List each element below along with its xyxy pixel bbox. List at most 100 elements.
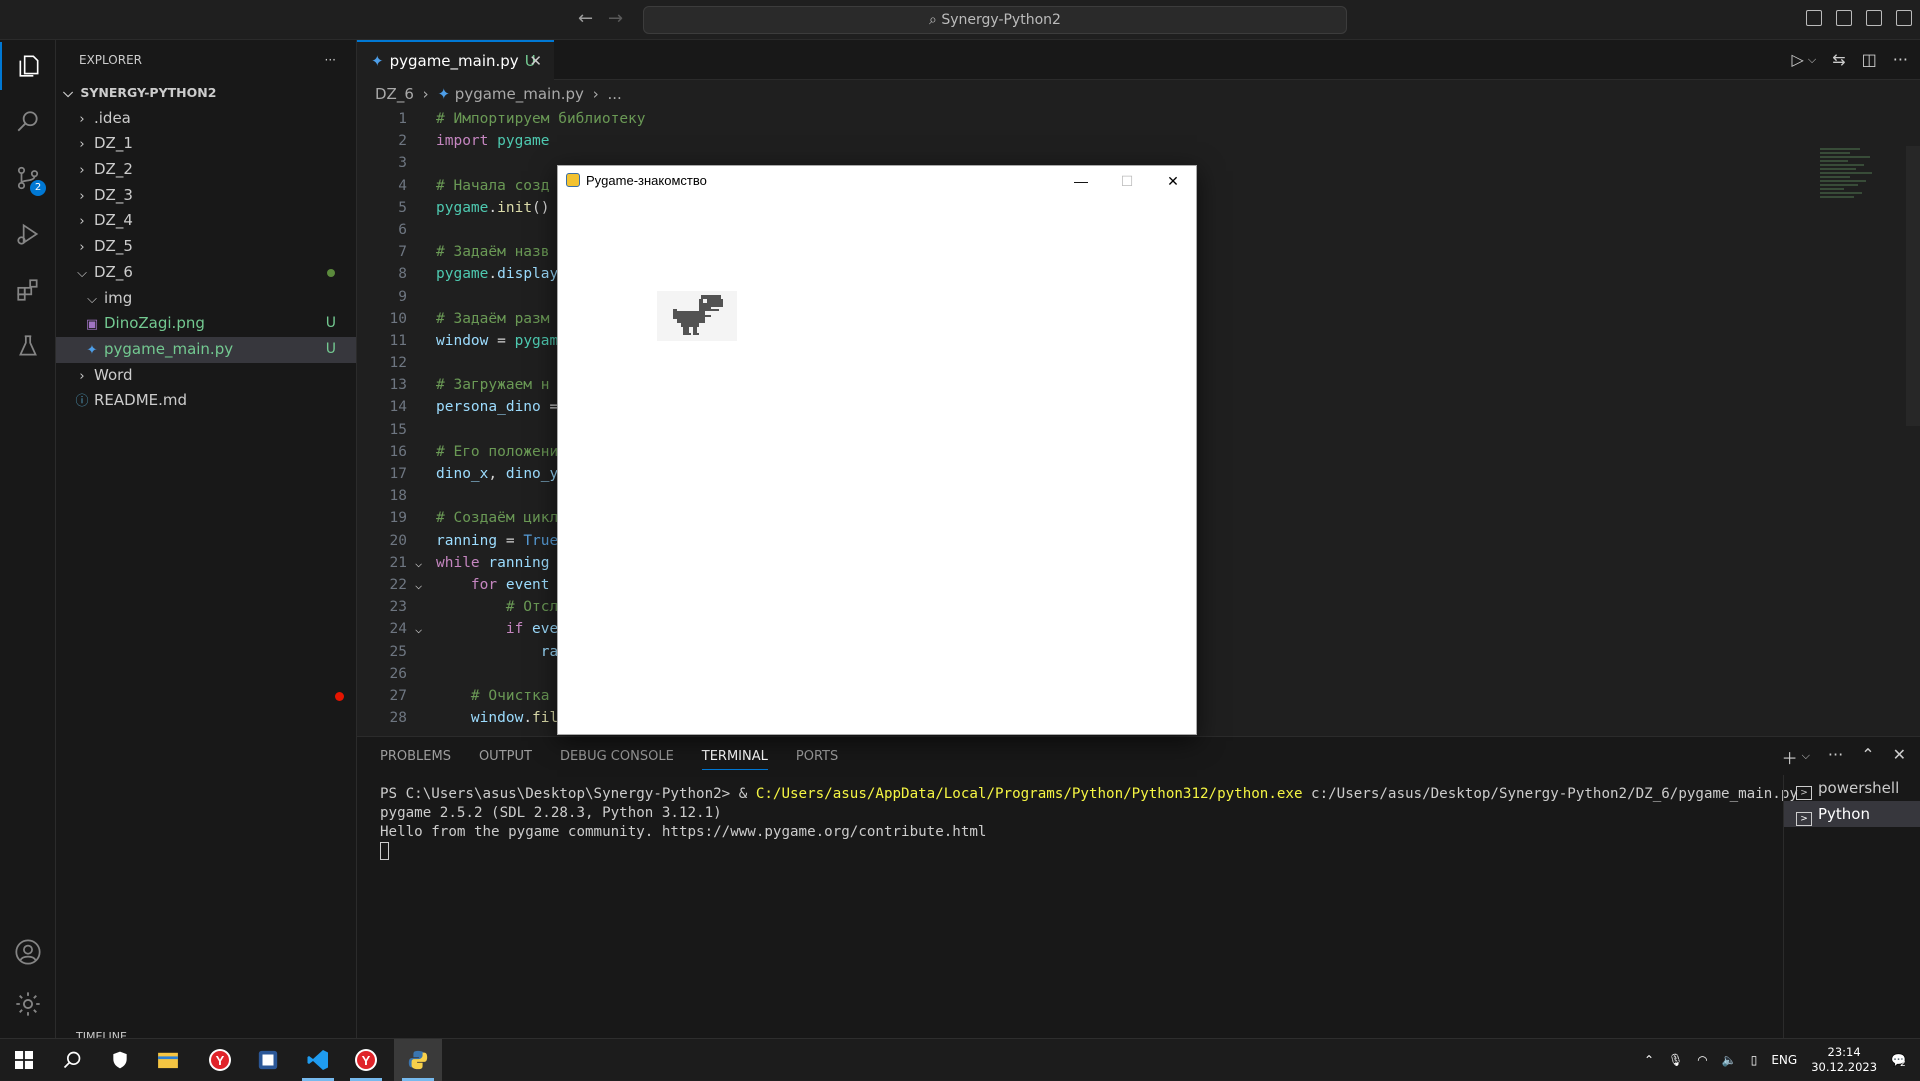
line-number[interactable]: 12 bbox=[357, 352, 407, 374]
tab-output[interactable]: OUTPUT bbox=[479, 737, 532, 777]
pygame-title-bar[interactable]: Pygame-знакомство — ☐ ✕ bbox=[558, 166, 1196, 196]
line-number[interactable]: 10 bbox=[357, 308, 407, 330]
new-terminal-icon[interactable]: ＋ bbox=[1782, 745, 1798, 769]
manage-gear-icon[interactable] bbox=[0, 980, 56, 1028]
tree-item[interactable]: ⓘ README.md bbox=[56, 388, 356, 414]
extensions-icon[interactable] bbox=[0, 266, 56, 314]
line-number[interactable]: 26 bbox=[357, 663, 407, 685]
start-windows-icon[interactable] bbox=[0, 1039, 48, 1081]
tree-item[interactable]: › DZ_1 bbox=[56, 131, 356, 157]
tree-item[interactable]: › DZ_5 bbox=[56, 234, 356, 260]
close-icon[interactable]: ✕ bbox=[529, 42, 542, 80]
tab-debug-console[interactable]: DEBUG CONSOLE bbox=[560, 737, 674, 777]
line-number[interactable]: 8 bbox=[357, 263, 407, 285]
tree-item[interactable]: ⌵ DZ_6 bbox=[56, 260, 356, 286]
security-shield-icon[interactable] bbox=[96, 1039, 144, 1081]
line-number[interactable]: 22 bbox=[357, 574, 407, 596]
code-line[interactable]: 2 import pygame bbox=[357, 130, 1897, 152]
line-number[interactable]: 5 bbox=[357, 197, 407, 219]
tree-item[interactable]: › DZ_3 bbox=[56, 183, 356, 209]
pygame-window[interactable]: Pygame-знакомство — ☐ ✕ bbox=[557, 165, 1197, 735]
tree-item[interactable]: ▣ DinoZagi.png U bbox=[56, 311, 356, 337]
more-actions-icon[interactable]: ··· bbox=[1828, 745, 1843, 769]
line-number[interactable]: 6 bbox=[357, 219, 407, 241]
toggle-primary-sidebar-icon[interactable] bbox=[1806, 10, 1822, 26]
timeline-section[interactable]: TIMELINE bbox=[56, 1030, 357, 1038]
tab-ports[interactable]: PORTS bbox=[796, 737, 838, 777]
chevron-up-icon[interactable]: ⌃ bbox=[1644, 1053, 1654, 1067]
more-actions-icon[interactable]: ··· bbox=[1893, 50, 1908, 69]
terminal-output[interactable]: PS C:\Users\asus\Desktop\Synergy-Python2… bbox=[380, 785, 1798, 861]
tree-item[interactable]: ✦ pygame_main.py U bbox=[56, 336, 356, 363]
tree-item[interactable]: › DZ_2 bbox=[56, 157, 356, 183]
chevron-down-icon[interactable]: ⌵ bbox=[1802, 749, 1810, 769]
toggle-secondary-sidebar-icon[interactable] bbox=[1866, 10, 1882, 26]
tab-problems[interactable]: PROBLEMS bbox=[380, 737, 451, 777]
run-python-file-icon[interactable]: ▷ bbox=[1792, 50, 1804, 69]
line-number[interactable]: 11 bbox=[357, 330, 407, 352]
wifi-icon[interactable]: ◠ bbox=[1697, 1053, 1707, 1067]
minimap[interactable] bbox=[1820, 146, 1880, 226]
line-number[interactable]: 28 bbox=[357, 707, 407, 729]
taskbar-search-icon[interactable] bbox=[48, 1039, 96, 1081]
language-indicator[interactable]: ENG bbox=[1771, 1053, 1797, 1067]
search-icon[interactable] bbox=[0, 98, 56, 146]
line-number[interactable]: 17 bbox=[357, 463, 407, 485]
editor-scrollbar[interactable] bbox=[1906, 146, 1920, 426]
explorer-icon[interactable] bbox=[0, 42, 56, 90]
tree-item[interactable]: ⌵ img bbox=[56, 286, 356, 312]
customize-layout-icon[interactable] bbox=[1896, 10, 1912, 26]
open-changes-icon[interactable]: ⇆ bbox=[1832, 50, 1845, 69]
line-number[interactable]: 14 bbox=[357, 396, 407, 418]
close-icon[interactable]: ✕ bbox=[1150, 166, 1196, 196]
line-number[interactable]: 20 bbox=[357, 530, 407, 552]
terminal-list-item[interactable]: > Python bbox=[1784, 801, 1920, 827]
tab-pygame-main[interactable]: ✦ pygame_main.py U ✕ bbox=[357, 40, 554, 80]
breadcrumb-symbol[interactable]: ... bbox=[607, 85, 621, 103]
yandex-browser-icon[interactable]: Y bbox=[196, 1039, 244, 1081]
breadcrumb-file[interactable]: pygame_main.py bbox=[455, 85, 584, 103]
split-editor-icon[interactable]: ◫ bbox=[1862, 50, 1877, 69]
line-number[interactable]: 4 bbox=[357, 175, 407, 197]
line-number[interactable]: 9 bbox=[357, 286, 407, 308]
line-number[interactable]: 18 bbox=[357, 485, 407, 507]
line-number[interactable]: 21 bbox=[357, 552, 407, 574]
tab-terminal[interactable]: TERMINAL bbox=[701, 737, 768, 770]
line-number[interactable]: 2 bbox=[357, 130, 407, 152]
microphone-icon[interactable]: 🎙 bbox=[1668, 1053, 1683, 1067]
line-number[interactable]: 24 bbox=[357, 618, 407, 640]
line-number[interactable]: 16 bbox=[357, 441, 407, 463]
accounts-icon[interactable] bbox=[0, 928, 56, 976]
tree-item[interactable]: › .idea bbox=[56, 106, 356, 132]
source-control-icon[interactable]: 2 bbox=[0, 154, 56, 202]
close-panel-icon[interactable]: ✕ bbox=[1893, 745, 1906, 769]
workspace-root[interactable]: ⌵ SYNERGY-PYTHON2 bbox=[56, 80, 356, 106]
maximize-icon[interactable]: ☐ bbox=[1104, 166, 1150, 196]
toggle-panel-icon[interactable] bbox=[1836, 10, 1852, 26]
run-debug-icon[interactable] bbox=[0, 210, 56, 258]
line-number[interactable]: 23 bbox=[357, 596, 407, 618]
explorer-more-actions-icon[interactable]: ··· bbox=[325, 40, 336, 80]
python-app-icon[interactable] bbox=[394, 1039, 442, 1081]
volume-icon[interactable]: 🔈 bbox=[1722, 1053, 1737, 1067]
tree-item[interactable]: › DZ_4 bbox=[56, 208, 356, 234]
line-number[interactable]: 25 bbox=[357, 641, 407, 663]
fold-chevron-icon[interactable]: ⌵ bbox=[415, 574, 422, 596]
vscode-icon[interactable] bbox=[294, 1039, 342, 1081]
back-arrow-icon[interactable]: ← bbox=[578, 8, 593, 29]
testing-icon[interactable] bbox=[0, 322, 56, 370]
line-number[interactable]: 13 bbox=[357, 374, 407, 396]
fold-chevron-icon[interactable]: ⌵ bbox=[415, 552, 422, 574]
code-line[interactable]: 1 # Импортируем библиотеку bbox=[357, 108, 1897, 130]
line-number[interactable]: 27 bbox=[335, 685, 407, 707]
yandex-browser-icon[interactable]: Y bbox=[342, 1039, 390, 1081]
line-number[interactable]: 3 bbox=[357, 152, 407, 174]
line-number[interactable]: 19 bbox=[357, 507, 407, 529]
line-number[interactable]: 15 bbox=[357, 419, 407, 441]
tree-item[interactable]: › Word bbox=[56, 363, 356, 389]
battery-icon[interactable]: ▯ bbox=[1751, 1053, 1758, 1067]
chevron-down-icon[interactable]: ⌵ bbox=[1808, 53, 1816, 69]
command-center-search[interactable]: ⌕ Synergy-Python2 bbox=[643, 6, 1347, 34]
maximize-panel-icon[interactable]: ⌃ bbox=[1861, 745, 1874, 769]
file-explorer-icon[interactable] bbox=[144, 1039, 192, 1081]
